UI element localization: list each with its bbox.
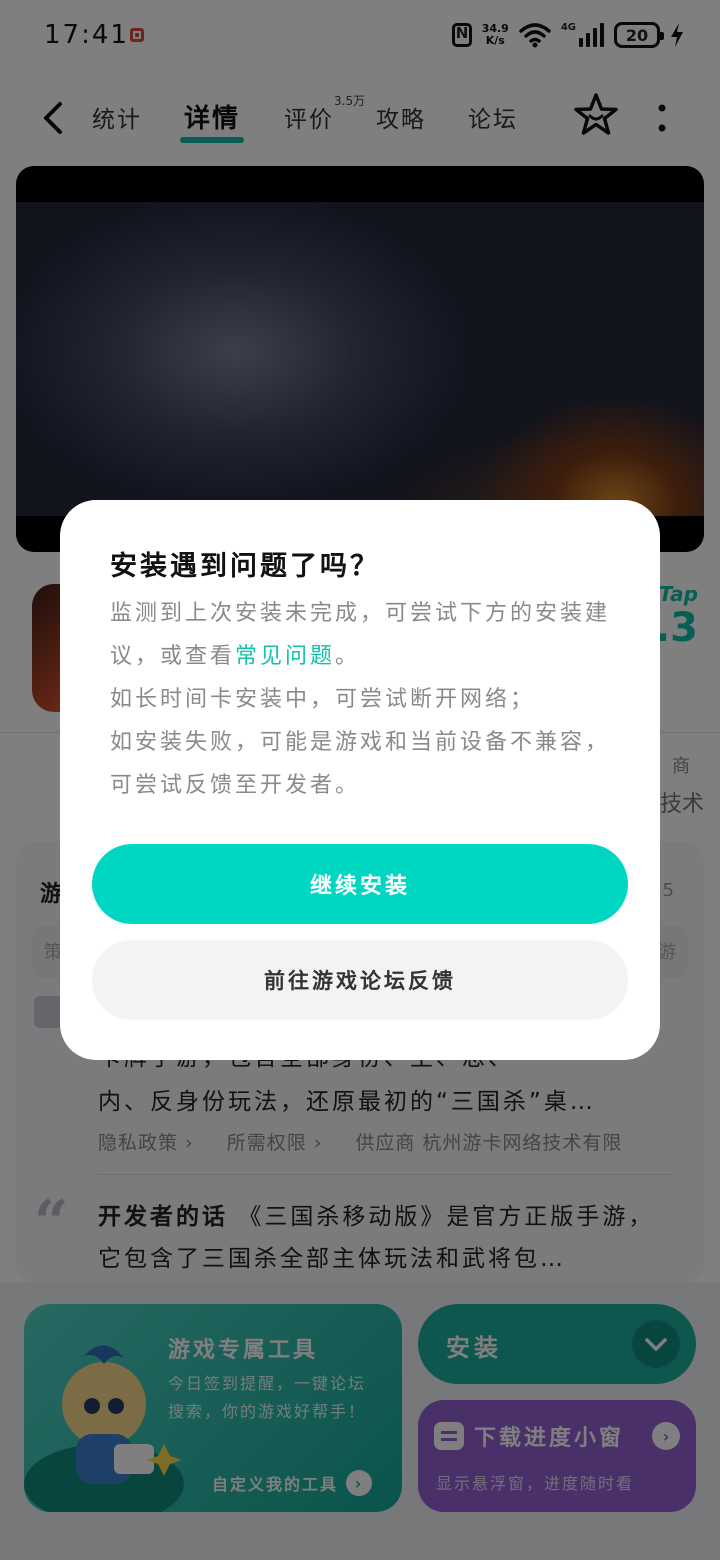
forum-feedback-button[interactable]: 前往游戏论坛反馈 [92,940,628,1020]
continue-install-button[interactable]: 继续安装 [92,844,628,924]
dialog-title: 安装遇到问题了吗？ [110,551,380,582]
dialog-body-fail-tip: 如安装失败，可能是游戏和当前设备不兼容，可尝试反馈至开发者。 [110,730,611,798]
dialog-body-network-tip: 如长时间卡安装中，可尝试断开网络； [110,687,536,712]
dialog-body: 监测到上次安装未完成，可尝试下方的安装建议，或查看常见问题。 如长时间卡安装中，… [110,592,620,807]
dialog-body-text-2: 。 [335,644,361,669]
install-problem-dialog: 安装遇到问题了吗？ 监测到上次安装未完成，可尝试下方的安装建议，或查看常见问题。… [60,500,660,1060]
faq-link[interactable]: 常见问题 [235,644,335,669]
dialog-body-paragraph-1: 监测到上次安装未完成，可尝试下方的安装建议，或查看常见问题。 [110,592,620,678]
